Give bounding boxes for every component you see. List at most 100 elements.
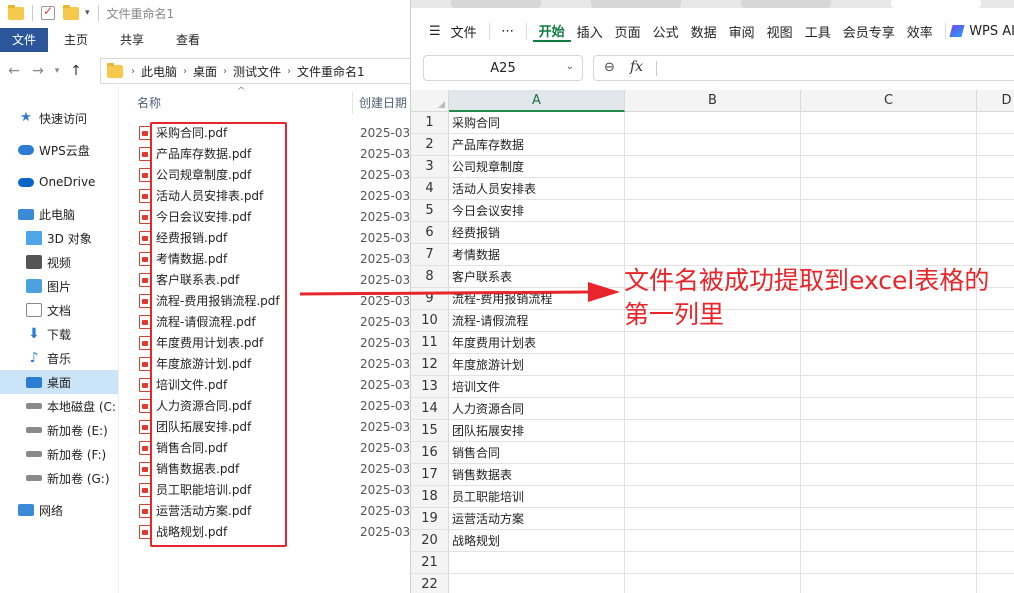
menu-item-1[interactable]: ⋯ [495,24,520,39]
zoom-icon[interactable]: ⊖ [604,60,615,75]
wps-ai-button[interactable]: WPS AI [949,24,1014,39]
row-header[interactable]: 3 [411,156,449,178]
forward-arrow-icon[interactable]: → [26,63,50,79]
cell-a[interactable]: 销售数据表 [449,464,625,486]
row-header[interactable]: 2 [411,134,449,156]
recent-chevron-icon[interactable]: ▾ [50,66,64,76]
cell-a[interactable]: 战略规划 [449,530,625,552]
menu-item-5[interactable]: 公式 [647,22,685,41]
column-header-B[interactable]: B [625,90,801,112]
row-header[interactable]: 14 [411,398,449,420]
row-header[interactable]: 4 [411,178,449,200]
menu-item-2[interactable]: 开始 [532,21,571,42]
sheet-grid[interactable]: A B C D 1 采购合同 2 产品库存数据 3 公司规章制度 4 活动人员安排表 5 今日会议安排 6 经… [411,90,1014,593]
row-header[interactable]: 15 [411,420,449,442]
nav-item-15[interactable]: 网络 [0,498,118,522]
menu-item-4[interactable]: 页面 [609,22,647,41]
row-header[interactable]: 7 [411,244,449,266]
menu-item-0[interactable]: 文件 [445,22,483,41]
cell-a[interactable]: 人力资源合同 [449,398,625,420]
back-arrow-icon[interactable]: ← [2,63,26,79]
column-header-created[interactable]: 创建日期 [359,94,407,111]
column-header-name[interactable]: 名称 [137,94,161,111]
document-tab[interactable] [591,0,681,8]
cell-a[interactable]: 销售合同 [449,442,625,464]
nav-item-8[interactable]: ⬇ 下载 [0,322,118,346]
cell-a[interactable]: 培训文件 [449,376,625,398]
nav-item-1[interactable]: WPS云盘 [0,138,118,162]
up-arrow-icon[interactable]: ↑ [64,63,88,79]
cell-a[interactable]: 活动人员安排表 [449,178,625,200]
cell-a[interactable]: 年度旅游计划 [449,354,625,376]
row-header[interactable]: 13 [411,376,449,398]
cell-a[interactable]: 员工职能培训 [449,486,625,508]
nav-item-2[interactable]: OneDrive [0,170,118,194]
row-header[interactable]: 17 [411,464,449,486]
breadcrumb-current-folder[interactable]: 文件重命名1 [291,63,371,80]
nav-item-7[interactable]: 文档 [0,298,118,322]
nav-item-3[interactable]: 此电脑 [0,202,118,226]
menu-item-6[interactable]: 数据 [685,22,723,41]
menu-item-11[interactable]: 效率 [901,22,939,41]
menu-item-10[interactable]: 会员专享 [837,22,901,41]
menu-item-7[interactable]: 审阅 [723,22,761,41]
new-folder-icon[interactable] [63,4,79,20]
ribbon-tab-share[interactable]: 共享 [104,28,160,52]
document-tab[interactable] [451,0,541,8]
cell-a[interactable]: 产品库存数据 [449,134,625,156]
breadcrumb-test-files[interactable]: 测试文件 [227,63,287,80]
breadcrumb-desktop[interactable]: 桌面 [187,63,223,80]
name-box[interactable]: A25 ⌄ [423,55,583,81]
customize-toolbar-chevron-icon[interactable]: ▾ [85,8,90,18]
document-tab-active[interactable] [891,0,981,8]
select-all-corner[interactable] [411,90,449,112]
row-header[interactable]: 18 [411,486,449,508]
nav-item-11[interactable]: 本地磁盘 (C: [0,394,118,418]
chevron-down-icon[interactable]: ⌄ [566,61,574,72]
nav-item-4[interactable]: 3D 对象 [0,226,118,250]
ribbon-tab-home[interactable]: 主页 [48,28,104,52]
menu-item-9[interactable]: 工具 [799,22,837,41]
row-header[interactable]: 5 [411,200,449,222]
cell-a[interactable]: 运营活动方案 [449,508,625,530]
cell-a[interactable]: 考情数据 [449,244,625,266]
cell-a[interactable]: 年度费用计划表 [449,332,625,354]
cell-a[interactable] [449,552,625,574]
cell-a[interactable]: 采购合同 [449,112,625,134]
cell-a[interactable]: 经费报销 [449,222,625,244]
column-header-A[interactable]: A [449,90,625,112]
row-header[interactable]: 6 [411,222,449,244]
breadcrumb-this-pc[interactable]: 此电脑 [135,63,183,80]
menu-item-3[interactable]: 插入 [571,22,609,41]
row-header[interactable]: 16 [411,442,449,464]
nav-item-10[interactable]: 桌面 [0,370,118,394]
nav-item-5[interactable]: 视频 [0,250,118,274]
row-header[interactable]: 20 [411,530,449,552]
hamburger-icon[interactable]: ☰ [421,24,445,39]
row-header[interactable]: 22 [411,574,449,593]
column-header-D[interactable]: D [977,90,1014,112]
row-header[interactable]: 11 [411,332,449,354]
nav-item-14[interactable]: 新加卷 (G:) [0,466,118,490]
menu-item-8[interactable]: 视图 [761,22,799,41]
ribbon-tab-view[interactable]: 查看 [160,28,216,52]
cell-a[interactable]: 今日会议安排 [449,200,625,222]
row-header[interactable]: 1 [411,112,449,134]
nav-item-9[interactable]: ♪ 音乐 [0,346,118,370]
row-header[interactable]: 21 [411,552,449,574]
nav-item-6[interactable]: 图片 [0,274,118,298]
row-header[interactable]: 19 [411,508,449,530]
cell-a[interactable]: 团队拓展安排 [449,420,625,442]
fx-icon[interactable]: fx [630,59,643,75]
cell-a[interactable]: 公司规章制度 [449,156,625,178]
cell-a[interactable] [449,574,625,593]
row-header[interactable]: 12 [411,354,449,376]
ribbon-tab-file[interactable]: 文件 [0,28,49,52]
address-bar[interactable]: › 此电脑 › 桌面 › 测试文件 › 文件重命名1 [100,58,410,84]
column-header-C[interactable]: C [801,90,977,112]
nav-item-13[interactable]: 新加卷 (F:) [0,442,118,466]
nav-item-0[interactable]: ★ 快速访问 [0,106,118,130]
nav-item-12[interactable]: 新加卷 (E:) [0,418,118,442]
properties-icon[interactable] [41,4,55,20]
formula-input[interactable]: ⊖ fx [593,55,1014,81]
